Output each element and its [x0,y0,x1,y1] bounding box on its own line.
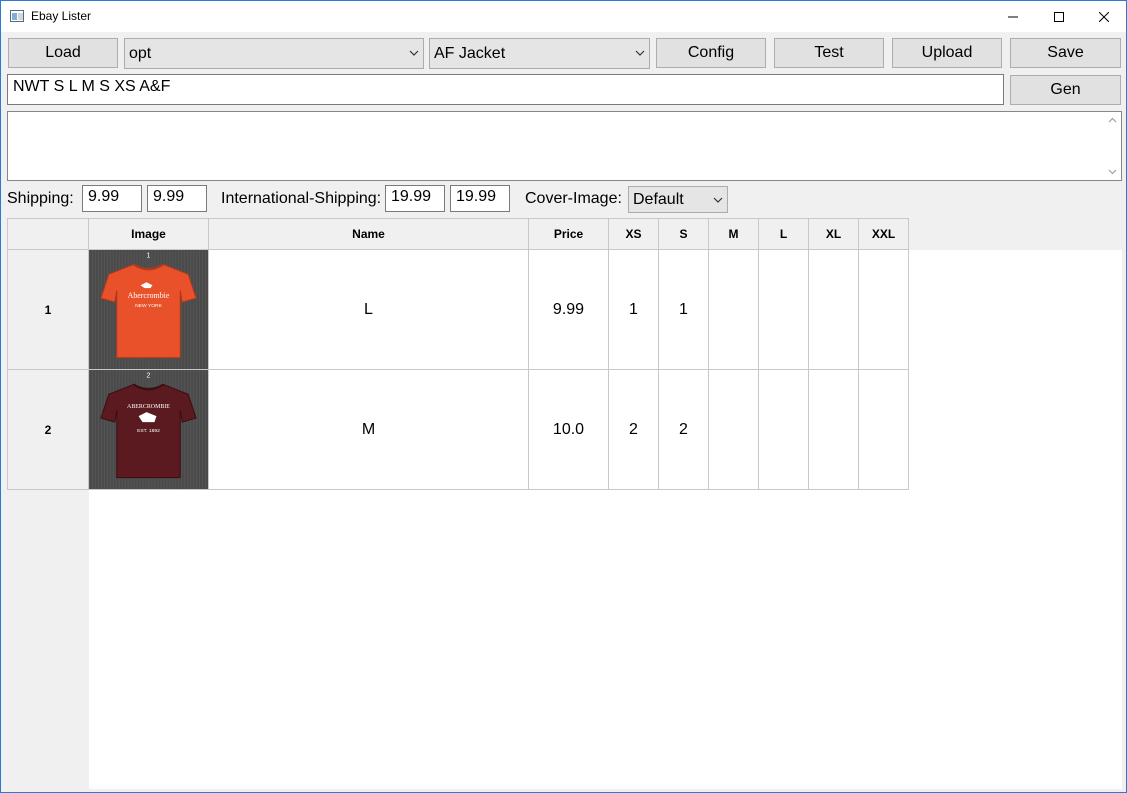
column-header-s[interactable]: S [659,218,709,250]
shipping-input-2[interactable]: 9.99 [147,185,207,212]
app-window: Ebay Lister Load opt AF Jacket Config Te… [0,0,1127,793]
price-cell[interactable]: 10.0 [529,370,609,490]
s-cell[interactable]: 2 [659,370,709,490]
maximize-button[interactable] [1036,1,1082,32]
description-scrollbar[interactable] [1104,112,1121,180]
items-table[interactable]: Image Name Price XS S M L XL XXL 1 1 Abe… [7,218,1122,789]
cover-image-label: Cover-Image: [525,190,622,207]
chevron-down-icon [635,50,645,56]
column-header-xl[interactable]: XL [809,218,859,250]
xxl-cell[interactable] [859,250,909,370]
xs-cell[interactable]: 2 [609,370,659,490]
column-header-xs[interactable]: XS [609,218,659,250]
close-button[interactable] [1081,1,1127,32]
template-select[interactable]: AF Jacket [429,38,650,69]
svg-text:2: 2 [147,372,151,379]
tshirt-image: 2 ABERCROMBIE EST. 1892 [89,370,208,489]
m-cell[interactable] [709,250,759,370]
column-header-xxl[interactable]: XXL [859,218,909,250]
minimize-icon [1008,16,1018,17]
tshirt-image: 1 Abercrombie NEW YORK [89,250,208,369]
xl-cell[interactable] [809,370,859,490]
column-header-name[interactable]: Name [209,218,529,250]
scroll-up-icon[interactable] [1108,117,1117,123]
maximize-icon [1054,11,1064,22]
cover-image-select[interactable]: Default [628,186,728,213]
svg-text:1: 1 [147,252,151,259]
chevron-down-icon [713,197,723,203]
product-image[interactable]: 1 Abercrombie NEW YORK [89,250,209,370]
listing-title-input[interactable]: NWT S L M S XS A&F [7,74,1004,105]
international-shipping-label: International-Shipping: [221,190,382,207]
svg-text:EST. 1892: EST. 1892 [137,427,160,433]
shipping-label: Shipping: [7,190,74,207]
column-header-l[interactable]: L [759,218,809,250]
s-cell[interactable]: 1 [659,250,709,370]
international-shipping-input-2[interactable]: 19.99 [450,185,510,212]
international-shipping-input-1[interactable]: 19.99 [385,185,445,212]
column-header-m[interactable]: M [709,218,759,250]
description-textarea[interactable] [7,111,1122,181]
upload-button[interactable]: Upload [892,38,1002,68]
option-select[interactable]: opt [124,38,424,69]
m-cell[interactable] [709,370,759,490]
save-button[interactable]: Save [1010,38,1121,68]
svg-text:NEW YORK: NEW YORK [135,303,163,309]
row-header[interactable]: 2 [7,370,89,490]
column-header-image[interactable]: Image [89,218,209,250]
name-cell[interactable]: M [209,370,529,490]
l-cell[interactable] [759,250,809,370]
test-button[interactable]: Test [774,38,884,68]
cover-image-value: Default [633,190,684,208]
chevron-down-icon [409,50,419,56]
name-cell[interactable]: L [209,250,529,370]
xl-cell[interactable] [809,250,859,370]
load-button[interactable]: Load [8,38,118,68]
column-header-price[interactable]: Price [529,218,609,250]
row-header[interactable]: 1 [7,250,89,370]
option-select-value: opt [129,44,152,62]
product-image[interactable]: 2 ABERCROMBIE EST. 1892 [89,370,209,490]
l-cell[interactable] [759,370,809,490]
shipping-input-1[interactable]: 9.99 [82,185,142,212]
title-bar: Ebay Lister [1,1,1126,32]
gen-button[interactable]: Gen [1010,75,1121,105]
xxl-cell[interactable] [859,370,909,490]
config-button[interactable]: Config [656,38,766,68]
table-corner[interactable] [7,218,89,250]
xs-cell[interactable]: 1 [609,250,659,370]
close-icon [1099,11,1109,22]
app-icon [10,10,24,22]
template-select-value: AF Jacket [434,44,506,62]
minimize-button[interactable] [990,1,1036,32]
window-title: Ebay Lister [31,9,92,23]
scroll-down-icon[interactable] [1108,169,1117,175]
svg-text:ABERCROMBIE: ABERCROMBIE [127,404,170,410]
price-cell[interactable]: 9.99 [529,250,609,370]
svg-text:Abercrombie: Abercrombie [128,291,170,300]
